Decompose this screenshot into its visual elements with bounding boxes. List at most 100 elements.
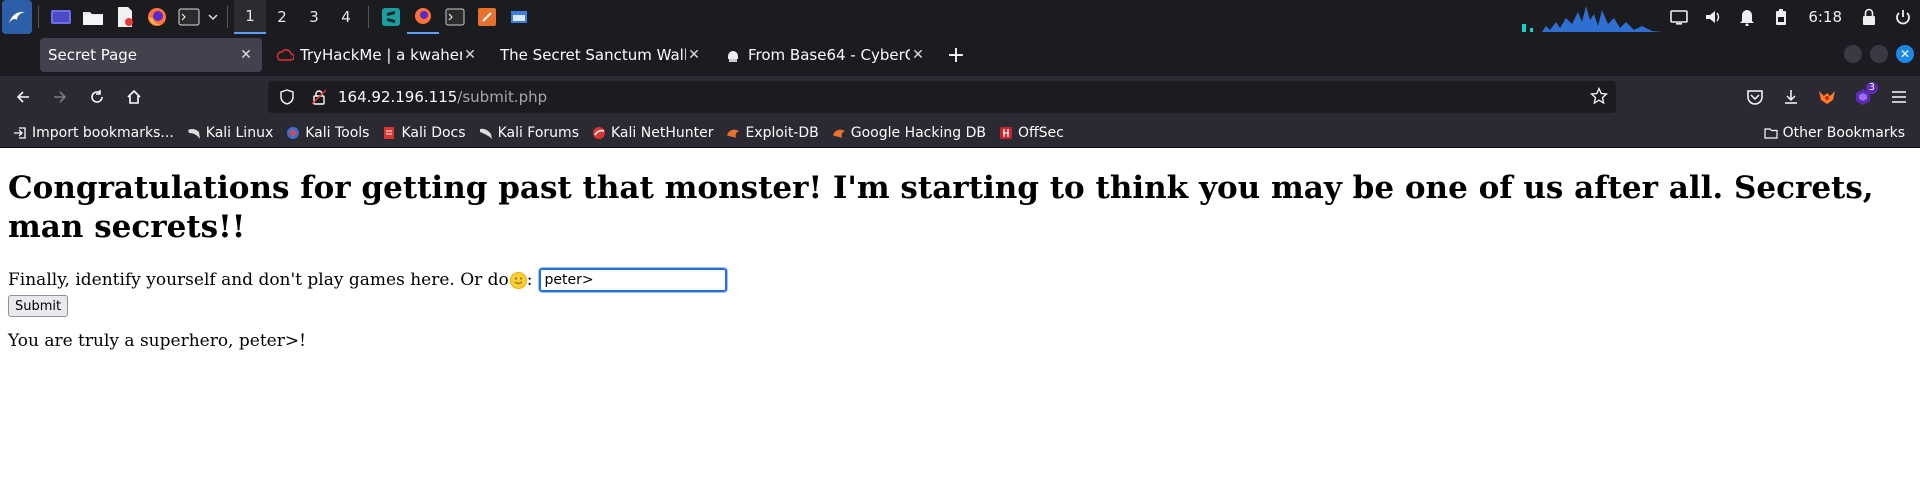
window-close-button[interactable]: ✕ [1896,45,1914,63]
tab-strip: Secret Page ✕ TryHackMe | a kwaheri ctf!… [0,34,1920,76]
bookmark-label: Import bookmarks... [32,124,174,141]
power-icon[interactable] [1886,0,1920,34]
workspace-3[interactable]: 3 [298,0,330,34]
shield-icon[interactable] [274,81,300,113]
kali-forums-icon [479,126,493,140]
minimize-button[interactable] [1844,45,1862,63]
new-tab-button[interactable]: + [940,39,972,71]
cyberchef-icon [724,47,742,63]
kali-menu-icon[interactable] [2,0,32,34]
bookmark-label: Kali Tools [305,124,370,141]
url-text[interactable]: 164.92.196.115/submit.php [338,88,547,106]
maximize-button[interactable] [1870,45,1888,63]
close-icon[interactable]: ✕ [238,47,254,63]
hamburger-menu-icon[interactable] [1884,82,1914,112]
ghdb-icon [832,126,846,140]
nav-bar: 164.92.196.115/submit.php 3 [0,76,1920,118]
folder-icon [1763,126,1778,140]
downloads-icon[interactable] [1776,82,1806,112]
window-controls: ✕ [1844,45,1914,63]
close-icon[interactable]: ✕ [910,47,926,63]
text-editor-icon[interactable] [109,0,141,34]
bookmark-label: Kali Linux [205,124,274,141]
bookmark-google-hacking-db[interactable]: Google Hacking DB [827,120,991,146]
reload-button[interactable] [82,82,112,112]
workspace-1[interactable]: 1 [234,0,266,34]
sublime-icon[interactable] [375,0,407,34]
burp-icon[interactable] [471,0,503,34]
bookmark-label: OffSec [1017,124,1064,141]
url-host: 164.92.196.115 [338,88,458,106]
panel-separator [38,6,39,28]
panel-separator [368,6,369,28]
tab-cyberchef[interactable]: From Base64 - CyberChef ✕ [716,38,934,72]
bookmark-kali-tools[interactable]: Kali Tools [281,120,374,146]
bookmark-star-icon[interactable] [1589,86,1609,109]
workspace-4[interactable]: 4 [330,0,362,34]
prompt-text: Finally, identify yourself and don't pla… [8,270,509,290]
bookmark-label: Other Bookmarks [1782,124,1905,141]
lock-icon[interactable] [1852,0,1886,34]
tab-label: The Secret Sanctum Walkthr [500,46,686,64]
kali-dragon-icon [187,126,201,140]
url-bar[interactable]: 164.92.196.115/submit.php [268,81,1616,113]
file-manager-icon[interactable] [77,0,109,34]
result-message: You are truly a superhero, peter>! [8,331,306,351]
extension-icon[interactable]: 3 [1848,82,1878,112]
name-input[interactable] [537,267,728,293]
system-tray: 6:18 [1662,0,1920,34]
foxyproxy-icon[interactable] [1812,82,1842,112]
bookmark-label: Kali Forums [497,124,579,141]
bookmark-kali-nethunter[interactable]: Kali NetHunter [587,120,718,146]
battery-icon[interactable] [1764,0,1798,34]
bookmark-label: Kali Docs [401,124,466,141]
bookmark-label: Exploit-DB [745,124,819,141]
bookmark-import[interactable]: Import bookmarks... [8,120,179,146]
clock[interactable]: 6:18 [1798,8,1852,26]
submit-button[interactable]: Submit [8,295,69,317]
close-icon[interactable]: ✕ [462,47,478,63]
tab-label: From Base64 - CyberChef [748,46,910,64]
bookmark-label: Kali NetHunter [611,124,714,141]
page-heading: Congratulations for getting past that mo… [8,170,1874,245]
terminal-app-icon[interactable] [439,0,471,34]
other-bookmarks[interactable]: Other Bookmarks [1759,120,1910,146]
workspace-2[interactable]: 2 [266,0,298,34]
cpu-graph [1522,6,1662,32]
firefox-app-icon[interactable] [407,0,439,34]
close-icon[interactable]: ✕ [686,47,702,63]
bookmark-kali-docs[interactable]: Kali Docs [377,120,470,146]
window-icon[interactable] [503,0,535,34]
bell-icon[interactable] [1730,0,1764,34]
terminal-icon[interactable] [173,0,205,34]
screen-icon[interactable] [1662,0,1696,34]
bookmark-exploit-db[interactable]: Exploit-DB [721,120,823,146]
bookmark-kali-forums[interactable]: Kali Forums [474,120,584,146]
bookmark-kali-linux[interactable]: Kali Linux [182,120,278,146]
bookmark-offsec[interactable]: OffSec [994,120,1069,146]
pocket-icon[interactable] [1740,82,1770,112]
tryhackme-icon [276,47,294,63]
home-button[interactable] [119,82,149,112]
offsec-icon [999,126,1013,140]
tab-secret-sanctum[interactable]: The Secret Sanctum Walkthr ✕ [492,38,710,72]
nethunter-icon [592,126,606,140]
insecure-lock-icon[interactable] [306,81,332,113]
desktop-icon[interactable] [45,0,77,34]
tab-tryhackme[interactable]: TryHackMe | a kwaheri ctf! ✕ [268,38,486,72]
url-path: /submit.php [457,88,548,106]
page-content: Congratulations for getting past that mo… [0,149,1920,477]
extension-badge: 3 [1865,82,1878,94]
tab-secret-page[interactable]: Secret Page ✕ [40,38,262,72]
back-button[interactable] [8,82,38,112]
firefox-icon[interactable] [141,0,173,34]
forward-button[interactable] [45,82,75,112]
volume-icon[interactable] [1696,0,1730,34]
kali-tools-icon [286,126,300,140]
toolbar-right: 3 [1734,76,1920,118]
prompt-colon: : [526,270,533,290]
chevron-down-icon[interactable] [205,0,221,34]
import-icon [13,126,27,140]
bookmarks-bar: Import bookmarks... Kali Linux Kali Tool… [0,118,1920,148]
smiley-icon [509,271,527,289]
